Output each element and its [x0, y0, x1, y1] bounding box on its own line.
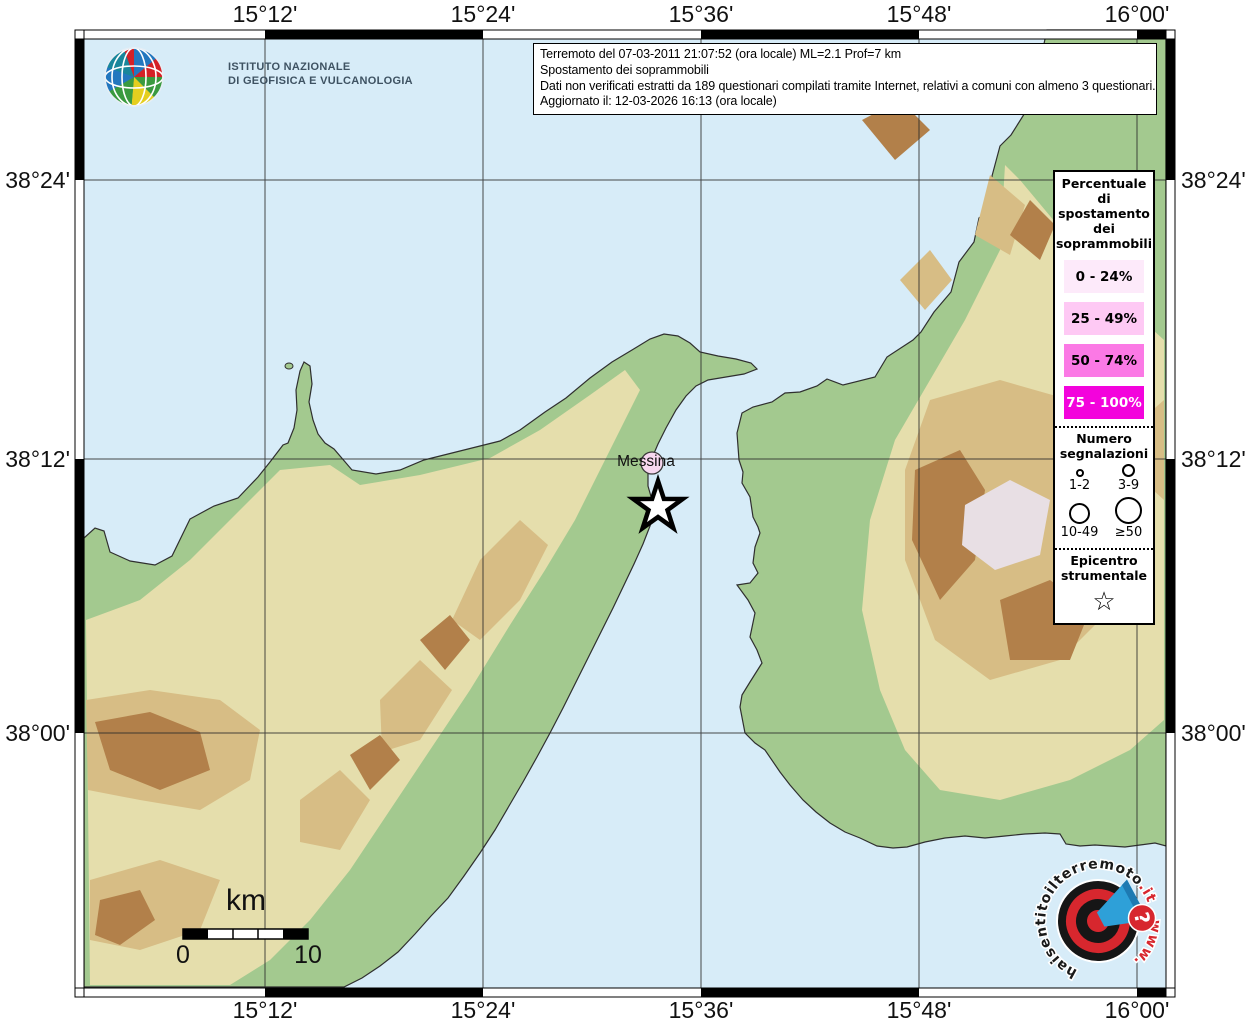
- legend-title-line: Percentuale: [1055, 176, 1153, 191]
- lon-label-top-2: 15°36': [651, 1, 751, 27]
- signal-circle-icon: [1122, 464, 1135, 477]
- city-label-messina: Messina: [596, 453, 696, 471]
- legend-separator: [1055, 426, 1153, 428]
- lon-label-top-0: 15°12': [215, 1, 315, 27]
- lat-label-right-2: 38°00': [1181, 720, 1255, 746]
- lon-label-top-4: 16°00': [1087, 1, 1187, 27]
- legend-signals-title: Numero: [1055, 431, 1153, 446]
- lat-label-right-0: 38°24': [1181, 167, 1255, 193]
- earthquake-info-box: Terremoto del 07-03-2011 21:07:52 (ora l…: [533, 43, 1157, 115]
- info-line-source: Dati non verificati estratti da 189 ques…: [540, 79, 1150, 95]
- legend-swatch-50-74: 50 - 74%: [1064, 344, 1144, 377]
- ingv-logo-text: ISTITUTO NAZIONALE DI GEOFISICA E VULCAN…: [228, 61, 413, 88]
- legend-separator: [1055, 548, 1153, 550]
- scale-bar: [183, 929, 308, 939]
- legend-epicenter-title: strumentale: [1055, 568, 1153, 583]
- scalebar-tick-10: 10: [288, 941, 328, 970]
- lon-label-bottom-2: 15°36': [651, 997, 751, 1023]
- legend-title-line: soprammobili: [1055, 236, 1153, 251]
- ingv-name-line1: ISTITUTO NAZIONALE: [228, 61, 413, 75]
- lon-label-bottom-3: 15°48': [869, 997, 969, 1023]
- lon-label-top-3: 15°48': [869, 1, 969, 27]
- legend-signal-50plus: ≥50: [1104, 497, 1153, 541]
- legend-signal-1-2: 1-2: [1055, 469, 1104, 494]
- lon-label-bottom-4: 16°00': [1087, 997, 1187, 1023]
- lat-label-right-1: 38°12': [1181, 446, 1255, 472]
- legend-signal-10-49: 10-49: [1055, 503, 1104, 541]
- lat-label-left-1: 38°12': [0, 446, 70, 472]
- legend-swatch-25-49: 25 - 49%: [1064, 302, 1144, 335]
- legend-title-line: di: [1055, 191, 1153, 206]
- legend-signal-row-small: 1-2 3-9: [1055, 464, 1153, 494]
- legend-epicenter-title: Epicentro: [1055, 553, 1153, 568]
- info-line-effect: Spostamento dei soprammobili: [540, 63, 1150, 79]
- epicenter-star-icon: ☆: [1055, 587, 1153, 617]
- signal-circle-icon: [1076, 469, 1084, 477]
- islet: [285, 363, 293, 369]
- legend-title-line: spostamento: [1055, 206, 1153, 221]
- map-viewport: haisentitoilterremoto.it www. ? 15°12' 1…: [0, 0, 1255, 1024]
- info-line-updated: Aggiornato il: 12-03-2026 16:13 (ora loc…: [540, 94, 1150, 110]
- legend-swatch-75-100: 75 - 100%: [1064, 386, 1144, 419]
- lon-label-top-1: 15°24': [433, 1, 533, 27]
- legend-signals-title: segnalazioni: [1055, 446, 1153, 461]
- signal-circle-icon: [1115, 497, 1142, 524]
- legend-signal-row-large: 10-49 ≥50: [1055, 497, 1153, 541]
- legend-title-line: dei: [1055, 221, 1153, 236]
- lat-label-left-2: 38°00': [0, 720, 70, 746]
- legend-signal-3-9: 3-9: [1104, 464, 1153, 494]
- ingv-name-line2: DI GEOFISICA E VULCANOLOGIA: [228, 75, 413, 89]
- legend-swatch-0-24: 0 - 24%: [1064, 260, 1144, 293]
- info-line-event: Terremoto del 07-03-2011 21:07:52 (ora l…: [540, 47, 1150, 63]
- signal-circle-icon: [1069, 503, 1090, 524]
- ingv-globe-icon: [105, 48, 163, 106]
- map-legend: Percentuale di spostamento dei soprammob…: [1053, 170, 1155, 625]
- lon-label-bottom-0: 15°12': [215, 997, 315, 1023]
- hsit-question-badge: ?: [1129, 905, 1156, 932]
- lon-label-bottom-1: 15°24': [433, 997, 533, 1023]
- lat-label-left-0: 38°24': [0, 167, 70, 193]
- scalebar-unit-label: km: [215, 884, 277, 918]
- scalebar-tick-0: 0: [168, 941, 198, 970]
